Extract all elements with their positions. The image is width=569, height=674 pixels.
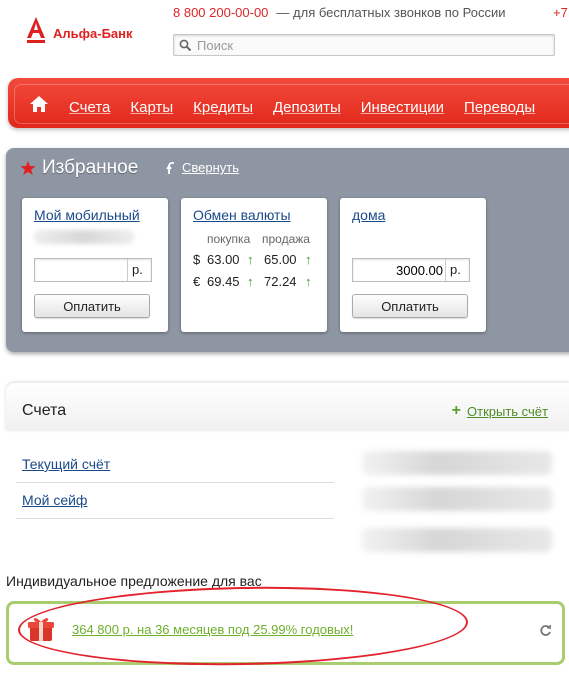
rate-buy: 69.45 bbox=[207, 274, 240, 289]
home-icon[interactable] bbox=[29, 95, 49, 113]
rate-buy: 63.00 bbox=[207, 252, 240, 267]
card-title-mobile[interactable]: Мой мобильный bbox=[34, 207, 140, 223]
search-box[interactable] bbox=[173, 34, 555, 56]
main-nav: Счета Карты Кредиты Депозиты Инвестиции … bbox=[8, 78, 569, 128]
rate-sell: 72.24 bbox=[264, 274, 297, 289]
refresh-icon[interactable] bbox=[539, 624, 552, 637]
offer-label: Индивидуальное предложение для вас bbox=[6, 573, 262, 589]
logo[interactable]: Альфа-Банк bbox=[25, 16, 133, 44]
account-row[interactable]: Текущий счёт bbox=[16, 446, 334, 483]
arrow-up-icon: ↑ bbox=[247, 252, 254, 267]
nav-item-credits[interactable]: Кредиты bbox=[193, 99, 253, 116]
blurred-balance bbox=[362, 528, 552, 552]
favorite-card-home: дома р. Оплатить bbox=[340, 198, 486, 332]
currency-symbol: € bbox=[193, 274, 201, 289]
gift-icon bbox=[28, 618, 54, 641]
open-account-button[interactable]: + Открыть счёт bbox=[452, 402, 548, 420]
amount-input-mobile[interactable] bbox=[35, 262, 127, 278]
arrow-up-icon: ↑ bbox=[247, 274, 254, 289]
nav-item-accounts[interactable]: Счета bbox=[69, 99, 110, 116]
offer-link[interactable]: 364 800 р. на 36 месяцев под 25.99% годо… bbox=[72, 622, 353, 637]
alfa-logo-icon bbox=[27, 17, 45, 43]
accounts-title: Счета bbox=[22, 402, 67, 419]
nav-item-transfers[interactable]: Переводы bbox=[464, 99, 535, 116]
pay-button-mobile[interactable]: Оплатить bbox=[34, 294, 150, 318]
card-title-home[interactable]: дома bbox=[352, 207, 385, 223]
card-title-exchange[interactable]: Обмен валюты bbox=[193, 207, 291, 223]
phone-info: 8 800 200-00-00 — для бесплатных звонков … bbox=[173, 5, 568, 20]
currency-symbol: $ bbox=[193, 252, 201, 267]
offer-box[interactable]: 364 800 р. на 36 месяцев под 25.99% годо… bbox=[6, 601, 565, 665]
amount-field-mobile[interactable]: р. bbox=[34, 258, 152, 282]
nav-item-investments[interactable]: Инвестиции bbox=[361, 99, 444, 116]
phone-note: — для бесплатных звонков по России bbox=[276, 5, 506, 20]
phone-extra: +7 bbox=[553, 5, 568, 20]
buy-label: покупка bbox=[207, 232, 251, 246]
search-icon bbox=[179, 39, 192, 51]
nav-item-cards[interactable]: Карты bbox=[130, 99, 173, 116]
arrow-up-icon: ↑ bbox=[305, 274, 312, 289]
account-link-current[interactable]: Текущий счёт bbox=[22, 456, 110, 472]
favorites-panel: Избранное Свернуть Мой мобильный р. Опла… bbox=[6, 148, 569, 352]
phone-number: 8 800 200-00-00 bbox=[173, 5, 269, 20]
rate-sell: 65.00 bbox=[264, 252, 297, 267]
blurred-phone-number bbox=[34, 230, 134, 244]
account-row[interactable]: Мой сейф bbox=[16, 482, 334, 519]
collapse-link[interactable]: Свернуть bbox=[182, 160, 239, 175]
nav-item-deposits[interactable]: Депозиты bbox=[273, 99, 341, 116]
favorites-title: Избранное bbox=[42, 157, 139, 178]
currency-label: р. bbox=[127, 259, 143, 281]
account-link-safe[interactable]: Мой сейф bbox=[22, 492, 87, 508]
amount-field-home[interactable]: р. bbox=[352, 258, 470, 282]
plus-icon: + bbox=[451, 402, 462, 419]
pay-button-home[interactable]: Оплатить bbox=[352, 294, 468, 318]
open-account-link[interactable]: Открыть счёт bbox=[467, 404, 548, 419]
search-input[interactable] bbox=[197, 37, 537, 53]
nav-inner: Счета Карты Кредиты Депозиты Инвестиции … bbox=[14, 84, 569, 124]
blurred-balance bbox=[362, 451, 552, 475]
collapse-toggle[interactable]: Свернуть bbox=[166, 160, 239, 175]
logo-text: Альфа-Банк bbox=[53, 25, 133, 41]
sell-label: продажа bbox=[262, 232, 310, 246]
collapse-arrow-icon bbox=[166, 161, 174, 174]
currency-label: р. bbox=[445, 259, 461, 281]
accounts-header: Счета + Открыть счёт bbox=[6, 383, 569, 431]
blurred-balance bbox=[362, 487, 552, 511]
amount-input-home[interactable] bbox=[353, 262, 445, 278]
star-icon bbox=[20, 161, 36, 175]
arrow-up-icon: ↑ bbox=[305, 252, 312, 267]
favorite-card-mobile: Мой мобильный р. Оплатить bbox=[22, 198, 168, 332]
favorite-card-exchange: Обмен валюты покупка продажа $ 63.00 ↑ 6… bbox=[181, 198, 327, 332]
favorites-header: Избранное bbox=[20, 157, 138, 179]
